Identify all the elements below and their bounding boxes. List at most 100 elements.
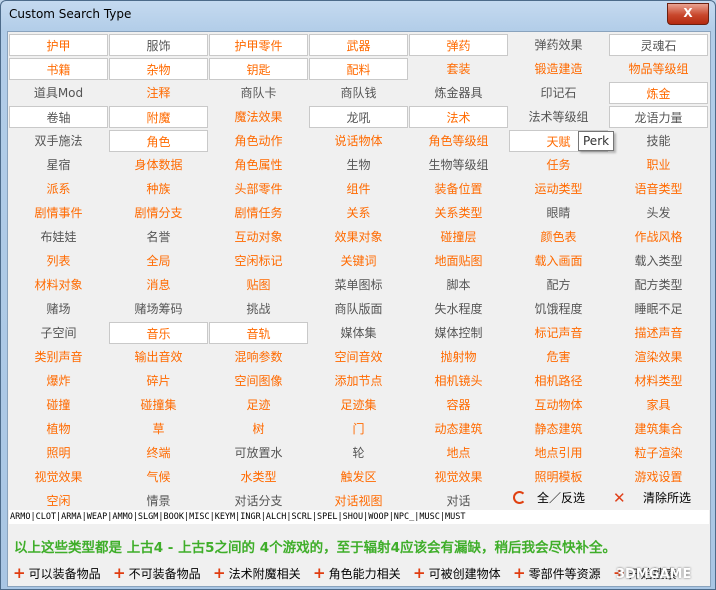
type-checkbox-item[interactable]: 互动对象: [209, 226, 308, 248]
type-checkbox-item[interactable]: 树: [209, 418, 308, 440]
type-checkbox-item[interactable]: 关系: [309, 202, 408, 224]
type-checkbox-item[interactable]: 终端: [109, 442, 208, 464]
type-checkbox-item[interactable]: 效果对象: [309, 226, 408, 248]
type-checkbox-item[interactable]: 服饰: [109, 34, 208, 56]
type-checkbox-item[interactable]: 布娃娃: [9, 226, 108, 248]
type-checkbox-item[interactable]: 护甲: [9, 34, 108, 56]
type-checkbox-item[interactable]: 抛射物: [409, 346, 508, 368]
type-checkbox-item[interactable]: 静态建筑: [509, 418, 608, 440]
type-checkbox-item[interactable]: 商队钱: [309, 82, 408, 104]
type-checkbox-item[interactable]: 载入画面: [509, 250, 608, 272]
type-checkbox-item[interactable]: 头发: [609, 202, 708, 224]
type-checkbox-item[interactable]: 载入类型: [609, 250, 708, 272]
type-checkbox-item[interactable]: 视觉效果: [409, 466, 508, 488]
type-checkbox-item[interactable]: 脚本: [409, 274, 508, 296]
type-checkbox-item[interactable]: 消息: [109, 274, 208, 296]
type-checkbox-item[interactable]: 剧情任务: [209, 202, 308, 224]
type-checkbox-item[interactable]: 地面贴图: [409, 250, 508, 272]
type-checkbox-item[interactable]: 地点引用: [509, 442, 608, 464]
type-checkbox-item[interactable]: 混响参数: [209, 346, 308, 368]
footer-button[interactable]: + 可以装备物品: [13, 564, 101, 582]
toggle-all-button[interactable]: 全／反选: [513, 488, 603, 508]
type-checkbox-item[interactable]: 剧情事件: [9, 202, 108, 224]
type-checkbox-item[interactable]: 音乐: [109, 322, 208, 344]
type-checkbox-item[interactable]: 法术等级组: [509, 106, 608, 128]
type-checkbox-item[interactable]: 空间音效: [309, 346, 408, 368]
type-checkbox-item[interactable]: 视觉效果: [9, 466, 108, 488]
type-checkbox-item[interactable]: 容器: [409, 394, 508, 416]
type-checkbox-item[interactable]: 互动物体: [509, 394, 608, 416]
type-checkbox-item[interactable]: 菜单图标: [309, 274, 408, 296]
type-checkbox-item[interactable]: 描述声音: [609, 322, 708, 344]
type-checkbox-item[interactable]: 职业: [609, 154, 708, 176]
type-checkbox-item[interactable]: 印记石: [509, 82, 608, 104]
type-checkbox-item[interactable]: 书籍: [9, 58, 108, 80]
type-checkbox-item[interactable]: 赌场筹码: [109, 298, 208, 320]
type-checkbox-item[interactable]: 碰撞: [9, 394, 108, 416]
type-checkbox-item[interactable]: 护甲零件: [209, 34, 308, 56]
type-checkbox-item[interactable]: 角色属性: [209, 154, 308, 176]
clear-selection-button[interactable]: ✕ 清除所选: [613, 488, 708, 508]
type-checkbox-item[interactable]: 剧情分支: [109, 202, 208, 224]
type-checkbox-item[interactable]: 触发区: [309, 466, 408, 488]
type-checkbox-item[interactable]: 卷轴: [9, 106, 108, 128]
footer-button[interactable]: + 零部件等资源: [513, 564, 601, 582]
type-checkbox-item[interactable]: 家具: [609, 394, 708, 416]
type-checkbox-item[interactable]: 类别声音: [9, 346, 108, 368]
footer-button[interactable]: + 角色能力相关: [313, 564, 401, 582]
type-checkbox-item[interactable]: 配方: [509, 274, 608, 296]
type-checkbox-item[interactable]: 游戏设置: [609, 466, 708, 488]
type-checkbox-item[interactable]: 派系: [9, 178, 108, 200]
type-checkbox-item[interactable]: 植物: [9, 418, 108, 440]
type-checkbox-item[interactable]: 轮: [309, 442, 408, 464]
type-checkbox-item[interactable]: 法术: [409, 106, 508, 128]
type-checkbox-item[interactable]: 添加节点: [309, 370, 408, 392]
footer-button[interactable]: + 不可装备物品: [113, 564, 201, 582]
type-checkbox-item[interactable]: 灵魂石: [609, 34, 708, 56]
type-checkbox-item[interactable]: 失水程度: [409, 298, 508, 320]
type-checkbox-item[interactable]: 物品等级组: [609, 58, 708, 80]
type-checkbox-item[interactable]: 可放置水: [209, 442, 308, 464]
type-checkbox-item[interactable]: 饥饿程度: [509, 298, 608, 320]
type-checkbox-item[interactable]: 动态建筑: [409, 418, 508, 440]
type-checkbox-item[interactable]: 配料: [309, 58, 408, 80]
type-checkbox-item[interactable]: 武器: [309, 34, 408, 56]
type-checkbox-item[interactable]: 配方类型: [609, 274, 708, 296]
type-checkbox-item[interactable]: 水类型: [209, 466, 308, 488]
type-checkbox-item[interactable]: 对话: [409, 490, 508, 512]
type-checkbox-item[interactable]: 渲染效果: [609, 346, 708, 368]
type-checkbox-item[interactable]: 全局: [109, 250, 208, 272]
type-checkbox-item[interactable]: 对话分支: [209, 490, 308, 512]
type-checkbox-item[interactable]: 技能: [609, 130, 708, 152]
type-checkbox-item[interactable]: 列表: [9, 250, 108, 272]
type-checkbox-item[interactable]: 魔法效果: [209, 106, 308, 128]
type-checkbox-item[interactable]: 龙语力量: [609, 106, 708, 128]
type-checkbox-item[interactable]: 星宿: [9, 154, 108, 176]
type-checkbox-item[interactable]: 生物等级组: [409, 154, 508, 176]
type-checkbox-item[interactable]: 媒体控制: [409, 322, 508, 344]
type-checkbox-item[interactable]: 气候: [109, 466, 208, 488]
type-checkbox-item[interactable]: 子空间: [9, 322, 108, 344]
type-checkbox-item[interactable]: 名誉: [109, 226, 208, 248]
type-checkbox-item[interactable]: 角色动作: [209, 130, 308, 152]
type-checkbox-item[interactable]: 媒体集: [309, 322, 408, 344]
type-checkbox-item[interactable]: 材料对象: [9, 274, 108, 296]
type-checkbox-item[interactable]: 弹药效果: [509, 34, 608, 56]
type-checkbox-item[interactable]: 组件: [309, 178, 408, 200]
type-checkbox-item[interactable]: 碰撞层: [409, 226, 508, 248]
type-checkbox-item[interactable]: 商队版面: [309, 298, 408, 320]
type-checkbox-item[interactable]: 语音类型: [609, 178, 708, 200]
type-checkbox-item[interactable]: 道具Mod: [9, 82, 108, 104]
type-checkbox-item[interactable]: 关键词: [309, 250, 408, 272]
type-checkbox-item[interactable]: 作战风格: [609, 226, 708, 248]
type-checkbox-item[interactable]: 双手施法: [9, 130, 108, 152]
type-checkbox-item[interactable]: 门: [309, 418, 408, 440]
type-checkbox-item[interactable]: 碎片: [109, 370, 208, 392]
type-checkbox-item[interactable]: 照明模板: [509, 466, 608, 488]
type-checkbox-item[interactable]: 贴图: [209, 274, 308, 296]
type-checkbox-item[interactable]: 建筑集合: [609, 418, 708, 440]
type-checkbox-item[interactable]: 相机镜头: [409, 370, 508, 392]
type-checkbox-item[interactable]: 眼睛: [509, 202, 608, 224]
type-checkbox-item[interactable]: 注释: [109, 82, 208, 104]
type-checkbox-item[interactable]: 装备位置: [409, 178, 508, 200]
